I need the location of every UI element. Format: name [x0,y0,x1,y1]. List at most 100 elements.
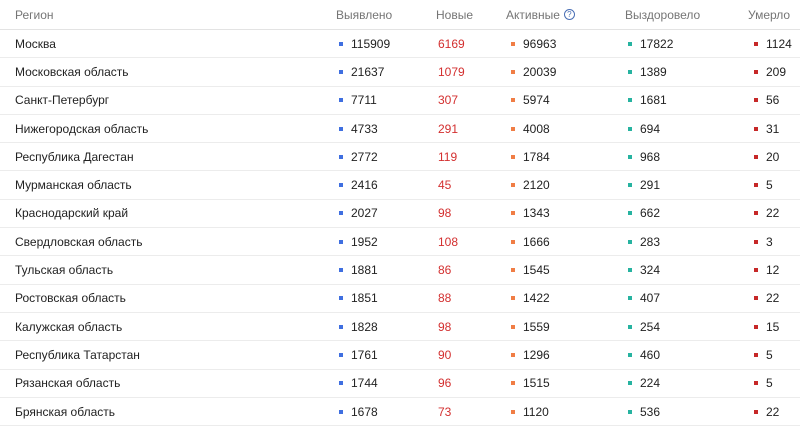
deaths-value: 1124 [766,36,792,51]
recovered-marker-icon [628,69,632,74]
recovered-cell: 224 [628,370,660,397]
column-header-region[interactable]: Регион [15,0,54,29]
recovered-value: 694 [640,121,661,136]
table-row[interactable]: Краснодарский край 2027 98 1343 662 22 [0,200,800,229]
region-name: Свердловская область [15,234,143,249]
active-marker-icon [511,381,515,386]
column-header-deaths[interactable]: Умерло [748,0,790,29]
detected-cell: 2416 [339,171,378,198]
deaths-cell: 22 [754,200,779,227]
active-cell: 1515 [511,370,550,397]
detected-marker-icon [339,268,343,273]
deaths-cell: 1124 [754,30,792,57]
recovered-cell: 283 [628,228,660,255]
active-value: 96963 [523,36,557,51]
region-name: Санкт-Петербург [15,93,110,108]
deaths-cell: 15 [754,313,779,340]
active-cell: 5974 [511,87,550,114]
deaths-cell: 209 [754,58,786,85]
active-cell: 1666 [511,228,550,255]
table-row[interactable]: Республика Дагестан 2772 119 1784 968 20 [0,143,800,172]
table-row[interactable]: Брянская область 1678 73 1120 536 22 [0,398,800,427]
deaths-marker-icon [754,98,758,103]
recovered-marker-icon [628,324,632,329]
table-row[interactable]: Республика Татарстан 1761 90 1296 460 5 [0,341,800,370]
recovered-cell: 254 [628,313,660,340]
detected-marker-icon [339,352,343,357]
deaths-value: 31 [766,121,780,136]
table-row[interactable]: Москва 115909 6169 96963 17822 1124 [0,30,800,59]
recovered-value: 407 [640,291,661,306]
new-cell: 108 [438,228,458,255]
table-row[interactable]: Московская область 21637 1079 20039 1389 209 [0,58,800,87]
active-cell: 1422 [511,285,550,312]
table-row[interactable]: Тульская область 1881 86 1545 324 12 [0,256,800,285]
new-cell: 6169 [438,30,465,57]
new-value: 291 [438,121,459,136]
deaths-value: 56 [766,93,780,108]
active-cell: 4008 [511,115,550,142]
region-name: Краснодарский край [15,206,129,221]
table-header: Регион Выявлено Новые Активные ? Выздоро… [0,0,800,30]
detected-value: 2027 [351,206,378,221]
detected-marker-icon [339,154,343,159]
new-value: 1079 [438,64,465,79]
detected-value: 7711 [351,93,377,108]
detected-cell: 1828 [339,313,378,340]
region-name: Мурманская область [15,178,132,193]
recovered-cell: 407 [628,285,660,312]
new-value: 6169 [438,36,465,51]
region-name: Брянская область [15,404,115,419]
active-value: 2120 [523,178,550,193]
table-row[interactable]: Свердловская область 1952 108 1666 283 3 [0,228,800,257]
deaths-value: 5 [766,376,773,391]
recovered-value: 224 [640,376,661,391]
table-row[interactable]: Рязанская область 1744 96 1515 224 5 [0,370,800,398]
recovered-value: 968 [640,149,661,164]
recovered-marker-icon [628,154,632,159]
detected-marker-icon [339,126,343,131]
detected-cell: 1952 [339,228,378,255]
new-value: 119 [438,149,458,164]
column-header-recovered[interactable]: Выздоровело [625,0,700,29]
active-value: 1120 [523,404,549,419]
recovered-cell: 694 [628,115,660,142]
new-cell: 1079 [438,58,465,85]
column-header-detected[interactable]: Выявлено [336,0,392,29]
column-header-new[interactable]: Новые [436,0,473,29]
deaths-marker-icon [754,154,758,159]
detected-marker-icon [339,183,343,188]
help-icon[interactable]: ? [563,9,575,20]
region-name: Республика Татарстан [15,347,140,362]
deaths-marker-icon [754,183,758,188]
active-marker-icon [511,324,515,329]
table-row[interactable]: Ростовская область 1851 88 1422 407 22 [0,285,800,313]
detected-value: 1761 [351,347,378,362]
region-name: Республика Дагестан [15,149,134,164]
region-name: Москва [15,36,56,51]
new-cell: 98 [438,313,451,340]
active-marker-icon [511,409,515,414]
deaths-value: 22 [766,206,780,221]
new-value: 98 [438,319,452,334]
table-row[interactable]: Нижегородская область 4733 291 4008 694 31 [0,115,800,144]
recovered-cell: 1681 [628,87,667,114]
active-marker-icon [511,352,515,357]
table-row[interactable]: Санкт-Петербург 7711 307 5974 1681 56 [0,87,800,115]
column-header-active[interactable]: Активные ? [506,0,575,29]
deaths-value: 209 [766,64,787,79]
new-cell: 88 [438,285,451,312]
deaths-marker-icon [754,239,758,244]
recovered-cell: 324 [628,256,660,283]
deaths-marker-icon [754,126,758,131]
new-value: 98 [438,206,452,221]
recovered-marker-icon [628,296,632,301]
table-row[interactable]: Калужская область 1828 98 1559 254 15 [0,313,800,342]
active-marker-icon [511,98,515,103]
active-value: 20039 [523,64,557,79]
region-name: Тульская область [15,263,114,278]
detected-marker-icon [339,69,343,74]
active-value: 1784 [523,149,550,164]
new-value: 45 [438,178,452,193]
table-row[interactable]: Мурманская область 2416 45 2120 291 5 [0,171,800,200]
